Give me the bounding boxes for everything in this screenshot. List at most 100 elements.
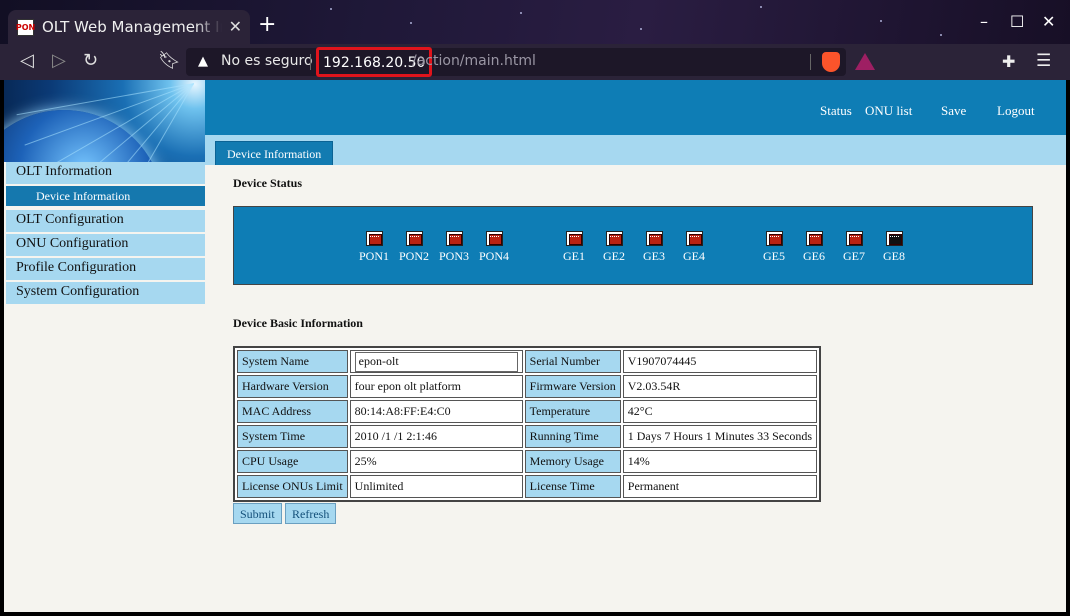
close-tab-icon[interactable]: ✕ — [229, 17, 242, 36]
security-label[interactable]: No es seguro — [221, 53, 313, 69]
table-value-cell — [349, 350, 523, 373]
onu-list-link[interactable]: ONU list — [865, 103, 912, 119]
url-path[interactable]: /action/main.html — [412, 53, 536, 69]
port-label: GE8 — [883, 249, 905, 263]
port-label: GE7 — [843, 249, 865, 263]
port-down-icon — [365, 231, 383, 246]
table-value: V1907074445 — [622, 350, 818, 373]
device-info-table: System Name Serial Number V1907074445 Ha… — [233, 346, 822, 502]
sidebar-item-onu-configuration[interactable]: ONU Configuration — [6, 234, 205, 256]
port-ge1[interactable]: GE1 — [554, 231, 594, 264]
brave-shield-icon[interactable] — [822, 52, 840, 72]
table-value: four epon olt platform — [349, 375, 523, 398]
table-value: Unlimited — [349, 475, 523, 498]
new-tab-icon[interactable]: + — [258, 14, 276, 36]
port-pon3[interactable]: PON3 — [434, 231, 474, 264]
submit-button[interactable]: Submit — [233, 503, 282, 524]
sidebar-item-profile-configuration[interactable]: Profile Configuration — [6, 258, 205, 280]
globe-graphic — [4, 110, 164, 162]
port-down-icon — [485, 231, 503, 246]
extensions-icon[interactable]: ✚ — [1002, 52, 1015, 71]
table-row: License ONUs Limit Unlimited License Tim… — [237, 475, 818, 498]
table-value: V2.03.54R — [622, 375, 818, 398]
system-name-input[interactable] — [354, 351, 518, 372]
browser-navbar: ◁ ▷ ↻ 🔖︎ ▲ No es seguro 192.168.20.50 /a… — [0, 44, 1070, 80]
port-ge8[interactable]: GE8 — [874, 231, 914, 264]
reload-icon[interactable]: ↻ — [83, 50, 98, 71]
table-value: 25% — [349, 450, 523, 473]
port-label: PON1 — [358, 249, 389, 263]
forward-icon[interactable]: ▷ — [52, 50, 66, 71]
port-down-icon — [645, 231, 663, 246]
warning-icon[interactable]: ▲ — [198, 54, 208, 69]
port-ge4[interactable]: GE4 — [674, 231, 714, 264]
table-row: System Time 2010 /1 /1 2:1:46 Running Ti… — [237, 425, 818, 448]
star-decoration — [330, 8, 332, 10]
brave-rewards-icon[interactable] — [855, 53, 875, 70]
port-status-panel: PON1 PON2 PON3 PON4 GE1 GE2 GE3 GE4 GE5 … — [233, 206, 1033, 285]
address-bar[interactable]: ▲ No es seguro 192.168.20.50 /action/mai… — [186, 47, 846, 77]
table-value: 80:14:A8:FF:E4:C0 — [349, 400, 523, 423]
port-ge5[interactable]: GE5 — [754, 231, 794, 264]
table-row: Hardware Version four epon olt platform … — [237, 375, 818, 398]
table-label: CPU Usage — [237, 450, 348, 473]
port-label: GE5 — [763, 249, 785, 263]
browser-tab[interactable]: PON OLT Web Management Int ✕ — [8, 10, 250, 44]
sidebar-item-olt-information[interactable]: OLT Information — [6, 162, 205, 184]
table-value: 2010 /1 /1 2:1:46 — [349, 425, 523, 448]
port-ge6[interactable]: GE6 — [794, 231, 834, 264]
url-separator — [310, 54, 311, 70]
star-decoration — [640, 28, 642, 30]
port-pon2[interactable]: PON2 — [394, 231, 434, 264]
maximize-icon[interactable]: ☐ — [1010, 12, 1024, 31]
close-window-icon[interactable]: ✕ — [1042, 12, 1055, 31]
sidebar-item-olt-configuration[interactable]: OLT Configuration — [6, 210, 205, 232]
port-pon4[interactable]: PON4 — [474, 231, 514, 264]
back-icon[interactable]: ◁ — [20, 50, 34, 71]
table-label: MAC Address — [237, 400, 348, 423]
table-value: 42°C — [622, 400, 818, 423]
device-status-title: Device Status — [233, 176, 302, 190]
port-label: GE6 — [803, 249, 825, 263]
star-decoration — [410, 22, 412, 24]
sidebar-item-system-configuration[interactable]: System Configuration — [6, 282, 205, 304]
port-down-icon — [565, 231, 583, 246]
port-down-icon — [845, 231, 863, 246]
table-row: CPU Usage 25% Memory Usage 14% — [237, 450, 818, 473]
sidebar-subitem-device-information[interactable]: Device Information — [6, 186, 205, 206]
refresh-button[interactable]: Refresh — [285, 503, 337, 524]
port-ge2[interactable]: GE2 — [594, 231, 634, 264]
table-label: License ONUs Limit — [237, 475, 348, 498]
status-link[interactable]: Status — [820, 103, 852, 119]
page-tab-strip: Device Information — [205, 135, 1066, 165]
port-down-icon — [405, 231, 423, 246]
table-row: MAC Address 80:14:A8:FF:E4:C0 Temperatur… — [237, 400, 818, 423]
table-value: Permanent — [622, 475, 818, 498]
port-down-icon — [805, 231, 823, 246]
browser-titlebar: PON OLT Web Management Int ✕ + – ☐ ✕ — [0, 0, 1070, 44]
star-decoration — [520, 12, 522, 14]
port-down-icon — [445, 231, 463, 246]
logout-link[interactable]: Logout — [997, 103, 1035, 119]
port-down-icon — [765, 231, 783, 246]
port-label: PON2 — [398, 249, 429, 263]
port-ge7[interactable]: GE7 — [834, 231, 874, 264]
port-pon1[interactable]: PON1 — [354, 231, 394, 264]
port-ge3[interactable]: GE3 — [634, 231, 674, 264]
table-label: Memory Usage — [524, 450, 621, 473]
tab-device-information[interactable]: Device Information — [215, 141, 334, 165]
save-link[interactable]: Save — [941, 103, 966, 119]
table-row: System Name Serial Number V1907074445 — [237, 350, 818, 373]
minimize-icon[interactable]: – — [980, 12, 988, 31]
port-down-icon — [605, 231, 623, 246]
bookmark-icon[interactable]: 🔖︎ — [158, 50, 181, 71]
table-label: Temperature — [524, 400, 621, 423]
tab-favicon-icon: PON — [16, 18, 35, 36]
table-label: Serial Number — [524, 350, 621, 373]
star-decoration — [940, 34, 942, 36]
table-label: System Name — [237, 350, 348, 373]
port-down-icon — [685, 231, 703, 246]
url-separator — [810, 54, 811, 70]
menu-icon[interactable]: ☰ — [1036, 51, 1051, 71]
port-label: GE3 — [643, 249, 665, 263]
